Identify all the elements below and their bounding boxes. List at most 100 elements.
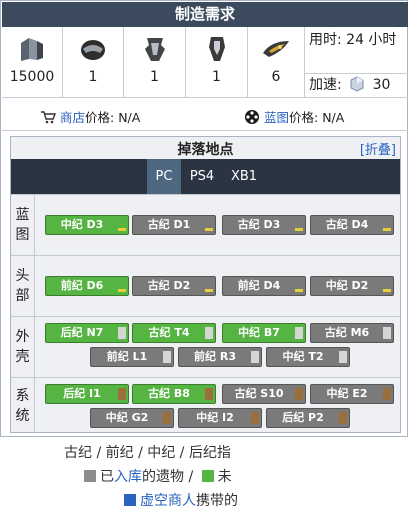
- resource-amount: 6: [271, 69, 281, 85]
- relic-button[interactable]: 前纪 D4: [222, 276, 306, 296]
- relic-section: 系统 后纪 I1 古纪 B8 古纪 S10 中纪 E2 中纪 G2 中纪 I2 后纪 P2: [11, 377, 400, 433]
- blueprint-price: 蓝图价格: N/A: [244, 107, 344, 126]
- legend-text: 未: [217, 469, 232, 485]
- tab-ps4[interactable]: PS4: [183, 159, 221, 194]
- tab-xb1[interactable]: XB1: [225, 159, 263, 194]
- resource-helmet[interactable]: 1: [63, 27, 124, 97]
- relic-button[interactable]: 古纪 D4: [310, 215, 394, 235]
- blueprint-link[interactable]: 蓝图: [264, 110, 289, 125]
- price-row: 商店价格: N/A 蓝图价格: N/A: [2, 97, 408, 131]
- relic-rarity-mark: [118, 388, 126, 400]
- relic-name: 中纪 B7: [238, 326, 280, 339]
- relic-name: 前纪 L1: [106, 350, 148, 363]
- relic-button[interactable]: 中纪 G2: [90, 408, 174, 428]
- market-price: 商店价格: N/A: [40, 107, 140, 126]
- legend-vault-link[interactable]: 入库: [114, 469, 142, 485]
- relic-name: 古纪 B8: [148, 387, 190, 400]
- resource-amount: 1: [150, 69, 159, 85]
- relic-button[interactable]: 中纪 E2: [310, 384, 394, 404]
- relic-rarity-mark: [251, 412, 259, 424]
- relic-rarity-mark: [205, 388, 213, 400]
- legend-status: 已入库的遗物 / 未: [84, 466, 408, 486]
- relic-section: 蓝图 中纪 D3 古纪 D1 古纪 D3 古纪 D4: [11, 194, 400, 255]
- section-label-char: 系: [15, 387, 30, 404]
- relic-name: 古纪 T4: [148, 326, 190, 339]
- relic-rarity-mark: [295, 228, 303, 231]
- relic-button[interactable]: 中纪 D3: [45, 215, 129, 235]
- relic-rarity-mark: [118, 327, 126, 339]
- build-time: 用时: 24 小时: [309, 32, 397, 48]
- relic-rarity-mark: [205, 228, 213, 231]
- resource-blueprint-part[interactable]: 1: [124, 27, 186, 97]
- relic-button[interactable]: 中纪 D2: [310, 276, 394, 296]
- resource-orokin-cell[interactable]: 6: [248, 27, 305, 97]
- relic-name: 后纪 I1: [63, 387, 101, 400]
- legend-relic-tiers: 古纪 / 前纪 / 中纪 / 后纪指: [64, 445, 231, 461]
- section-label-char: 图: [15, 227, 30, 243]
- rush-value: 30: [372, 77, 391, 93]
- relic-button[interactable]: 中纪 T2: [266, 347, 350, 367]
- crafting-panel: 制造需求 15000 1 1 1 6 用时: 24 小时 加速: 30 商店价格…: [0, 0, 408, 437]
- relic-button[interactable]: 古纪 T4: [132, 323, 216, 343]
- blue-swatch: [124, 494, 136, 506]
- blueprint-price-value: 价格: N/A: [289, 110, 345, 125]
- section-label-char: 蓝: [15, 207, 30, 223]
- relic-name: 古纪 D1: [147, 218, 191, 231]
- relic-name: 古纪 M6: [324, 326, 370, 339]
- blueprint-icon: [245, 110, 259, 124]
- relic-name: 中纪 G2: [105, 411, 149, 424]
- relic-button[interactable]: 古纪 B8: [132, 384, 216, 404]
- collapse-toggle[interactable]: [折叠]: [360, 139, 396, 158]
- relic-name: 中纪 D2: [325, 279, 369, 292]
- resource-amount: 15000: [9, 69, 55, 85]
- section-label: 外壳: [11, 317, 35, 377]
- build-time-box: 用时: 24 小时 加速: 30: [305, 27, 408, 97]
- relic-button[interactable]: 古纪 M6: [310, 323, 394, 343]
- relic-rarity-mark: [118, 228, 126, 231]
- relic-rarity-mark: [295, 327, 303, 339]
- platinum-icon: [350, 76, 364, 92]
- relic-name: 后纪 N7: [60, 326, 104, 339]
- legend-trader: 虚空商人携带的: [124, 490, 408, 510]
- relic-button[interactable]: 后纪 N7: [45, 323, 129, 343]
- relic-name: 前纪 R3: [194, 350, 236, 363]
- relic-rarity-mark: [383, 289, 391, 292]
- relic-name: 中纪 D3: [60, 218, 104, 231]
- green-swatch: [201, 470, 214, 482]
- section-label-char: 部: [15, 288, 30, 304]
- relic-name: 古纪 D4: [325, 218, 369, 231]
- orokin-cell-icon: [263, 41, 289, 57]
- relic-name: 前纪 D6: [60, 279, 104, 292]
- crafting-header: 制造需求: [2, 2, 408, 27]
- resource-amount: 1: [212, 69, 221, 85]
- relic-button[interactable]: 古纪 D2: [132, 276, 216, 296]
- relic-button[interactable]: 中纪 I2: [178, 408, 262, 428]
- relic-button[interactable]: 后纪 P2: [266, 408, 350, 428]
- resource-alloy-plate[interactable]: 15000: [2, 27, 63, 97]
- legend-text: 已: [100, 469, 114, 485]
- section-label: 蓝图: [11, 195, 35, 255]
- relic-button[interactable]: 前纪 L1: [90, 347, 174, 367]
- relic-button[interactable]: 前纪 D6: [45, 276, 129, 296]
- relic-button[interactable]: 后纪 I1: [45, 384, 129, 404]
- relic-button[interactable]: 古纪 D1: [132, 215, 216, 235]
- resource-shell[interactable]: 1: [186, 27, 248, 97]
- tab-pc[interactable]: PC: [147, 159, 181, 194]
- gray-swatch: [84, 470, 96, 482]
- drop-title: 掉落地点: [177, 142, 234, 158]
- relic-button[interactable]: 前纪 R3: [178, 347, 262, 367]
- void-trader-link[interactable]: 虚空商人: [140, 493, 196, 509]
- relic-rarity-mark: [295, 388, 303, 400]
- resource-row: 15000 1 1 1 6 用时: 24 小时 加速: 30: [2, 27, 408, 97]
- shell-component-icon: [208, 37, 225, 61]
- platform-tabs: PC PS4 XB1: [11, 159, 400, 194]
- relic-button[interactable]: 古纪 D3: [222, 215, 306, 235]
- relic-button[interactable]: 古纪 S10: [222, 384, 306, 404]
- relic-button[interactable]: 中纪 B7: [222, 323, 306, 343]
- relic-name: 古纪 D2: [147, 279, 191, 292]
- alloy-plate-icon: [21, 38, 43, 61]
- relic-name: 中纪 T2: [282, 350, 324, 363]
- section-label-char: 外: [15, 329, 30, 345]
- section-label-char: 头: [15, 268, 30, 284]
- market-link[interactable]: 商店: [60, 110, 85, 125]
